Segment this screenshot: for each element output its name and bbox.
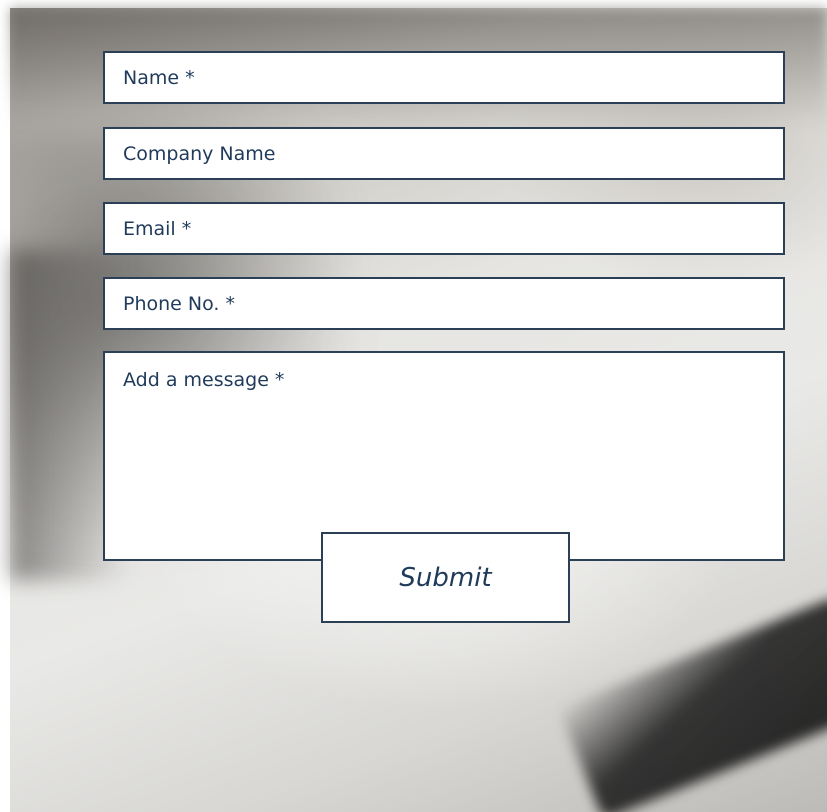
submit-button[interactable]: Submit bbox=[321, 532, 570, 623]
company-name-field[interactable]: Company Name bbox=[103, 127, 785, 180]
submit-button-label: Submit bbox=[399, 562, 492, 593]
message-textarea[interactable]: Add a message * bbox=[103, 351, 785, 561]
company-name-field-placeholder: Company Name bbox=[123, 142, 276, 165]
phone-field-placeholder: Phone No. * bbox=[123, 292, 235, 315]
phone-field[interactable]: Phone No. * bbox=[103, 277, 785, 330]
name-field-placeholder: Name * bbox=[123, 66, 195, 89]
email-field-placeholder: Email * bbox=[123, 217, 192, 240]
name-field[interactable]: Name * bbox=[103, 51, 785, 104]
contact-form-page: Name * Company Name Email * Phone No. * … bbox=[0, 0, 827, 812]
message-textarea-placeholder: Add a message * bbox=[123, 369, 285, 391]
email-field[interactable]: Email * bbox=[103, 202, 785, 255]
